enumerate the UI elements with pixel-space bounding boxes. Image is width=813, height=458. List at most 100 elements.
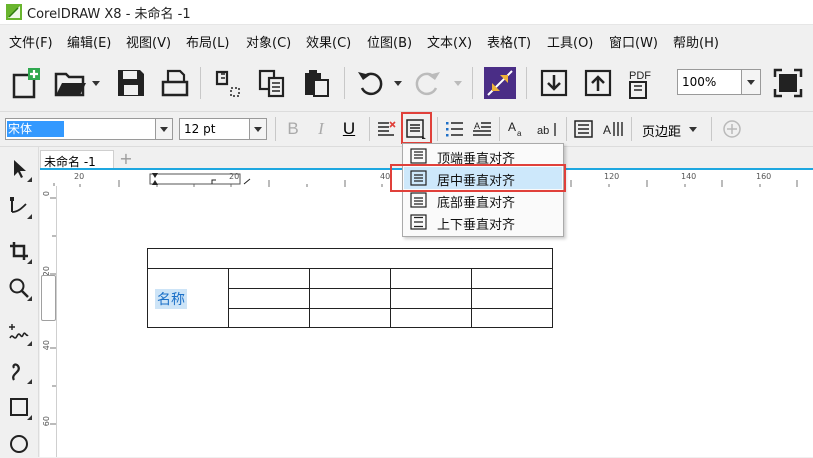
freehand-tool[interactable]	[5, 319, 33, 347]
title-bar: CorelDRAW X8 - 未命名 -1	[0, 0, 813, 25]
ruler-label: 120	[604, 172, 620, 181]
redo-icon	[415, 72, 440, 96]
pick-tool[interactable]	[5, 155, 33, 183]
font-size-combo[interactable]: 12 pt	[179, 118, 267, 140]
character-formatting-button[interactable]: Aa	[506, 118, 530, 140]
font-size-input[interactable]: 12 pt	[184, 122, 215, 136]
svg-text:A: A	[474, 121, 480, 131]
import-button[interactable]	[210, 65, 246, 101]
print-icon	[161, 69, 189, 97]
table-cell-text[interactable]: 名称	[155, 289, 187, 309]
add-icon[interactable]	[722, 119, 742, 139]
redo-button[interactable]	[410, 65, 446, 101]
font-list-combo[interactable]: 宋体	[5, 118, 173, 140]
chevron-down-icon	[747, 80, 755, 85]
bottom-align-icon	[410, 192, 427, 208]
artistic-media-tool[interactable]	[5, 357, 33, 385]
corel-connect-icon	[484, 67, 516, 99]
open-button[interactable]	[52, 65, 88, 101]
menu-edit[interactable]: 编辑(E)	[67, 32, 111, 51]
vertical-scroll-thumb[interactable]	[41, 275, 56, 321]
export-up-icon	[584, 69, 612, 97]
font-size-dropdown-button[interactable]	[249, 119, 266, 139]
edit-text-icon: ab	[537, 123, 556, 137]
zoom-dropdown-button[interactable]	[741, 70, 760, 94]
chevron-down-icon[interactable]	[92, 79, 100, 87]
vertical-text-icon: A	[603, 122, 623, 137]
vertical-align-highlight	[401, 112, 432, 144]
menu-file[interactable]: 文件(F)	[9, 32, 53, 51]
save-icon	[118, 70, 144, 96]
menu-help[interactable]: 帮助(H)	[673, 32, 719, 51]
add-tab-button[interactable]: +	[118, 151, 134, 167]
font-name-input[interactable]: 宋体	[7, 121, 64, 137]
ellipse-icon	[10, 435, 28, 453]
chevron-down-icon	[254, 127, 262, 132]
vertical-text-button[interactable]: A	[601, 118, 625, 140]
export-file-button[interactable]	[580, 65, 616, 101]
menu-item-justify-align[interactable]: 上下垂直对齐	[404, 211, 562, 233]
menu-layout[interactable]: 布局(L)	[186, 32, 229, 51]
chevron-down-icon	[160, 127, 168, 132]
chevron-down-icon[interactable]	[454, 79, 462, 87]
publish-pdf-button[interactable]: PDF	[625, 65, 661, 101]
svg-text:A: A	[603, 123, 611, 137]
copy-icon	[258, 69, 285, 98]
menu-window[interactable]: 窗口(W)	[609, 32, 658, 51]
no-alignment-button[interactable]	[375, 118, 399, 140]
bullet-list-button[interactable]	[442, 118, 466, 140]
search-content-button[interactable]	[482, 65, 518, 101]
import-icon	[215, 70, 240, 97]
save-button[interactable]	[113, 65, 149, 101]
zoom-level-input[interactable]: 100%	[682, 75, 738, 89]
menu-object[interactable]: 对象(C)	[246, 32, 291, 51]
menu-tools[interactable]: 工具(O)	[547, 32, 593, 51]
document-tab[interactable]: 未命名 -1	[40, 150, 114, 169]
pdf-icon: PDF	[629, 70, 651, 99]
menu-view[interactable]: 视图(V)	[126, 32, 171, 51]
zoom-tool[interactable]	[5, 274, 33, 302]
center-align-highlight	[390, 164, 566, 192]
vertical-ruler[interactable]: 0 20 40 60	[40, 186, 57, 457]
margins-label[interactable]: 页边距	[642, 121, 681, 140]
zoom-level-combo[interactable]: 100%	[677, 69, 761, 95]
shape-tool[interactable]	[5, 192, 33, 220]
underline-button[interactable]: U	[337, 118, 361, 140]
undo-button[interactable]	[352, 65, 388, 101]
chevron-down-icon[interactable]	[394, 79, 402, 87]
new-document-icon	[12, 68, 40, 99]
menu-table[interactable]: 表格(T)	[487, 32, 531, 51]
menu-item-label: 底部垂直对齐	[437, 196, 516, 211]
svg-text:a: a	[517, 129, 522, 138]
crop-tool[interactable]	[5, 237, 33, 265]
menu-text[interactable]: 文本(X)	[427, 32, 472, 51]
full-screen-icon	[773, 68, 803, 98]
paste-button[interactable]	[298, 65, 334, 101]
text-frame-icon	[574, 120, 593, 138]
ellipse-tool[interactable]	[5, 430, 33, 458]
font-dropdown-button[interactable]	[155, 119, 172, 139]
edit-text-button[interactable]: ab	[535, 118, 559, 140]
menu-effects[interactable]: 效果(C)	[306, 32, 351, 51]
text-align-none-icon	[378, 121, 396, 136]
import-file-button[interactable]	[536, 65, 572, 101]
undo-icon	[358, 72, 383, 96]
ruler-label: 140	[681, 172, 697, 181]
drop-cap-button[interactable]: A	[470, 118, 494, 140]
print-button[interactable]	[157, 65, 193, 101]
copy-button[interactable]	[254, 65, 290, 101]
rectangle-tool[interactable]	[5, 393, 33, 421]
ruler-label: 20	[74, 172, 85, 181]
menu-bar: 文件(F) 编辑(E) 视图(V) 布局(L) 对象(C) 效果(C) 位图(B…	[0, 25, 813, 54]
menu-item-bottom-align[interactable]: 底部垂直对齐	[404, 189, 562, 211]
new-document-button[interactable]	[8, 65, 44, 101]
folder-icon	[54, 72, 86, 97]
italic-button[interactable]: I	[309, 118, 333, 140]
bold-button[interactable]: B	[281, 118, 305, 140]
bullet-list-icon	[446, 122, 463, 137]
chevron-down-icon[interactable]	[688, 124, 698, 134]
text-frame-button[interactable]	[572, 118, 596, 140]
document-table[interactable]	[147, 248, 554, 329]
full-screen-button[interactable]	[770, 65, 806, 101]
menu-bitmap[interactable]: 位图(B)	[367, 32, 412, 51]
